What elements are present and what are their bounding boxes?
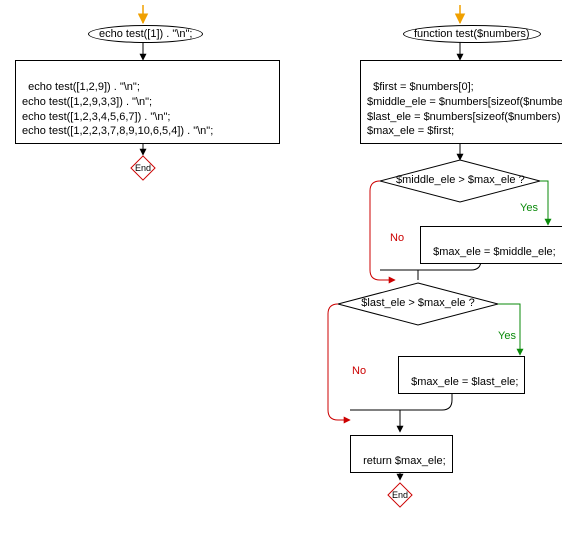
right-init-text: $first = $numbers[0]; $middle_ele = $num… [367,81,562,138]
decision-1-text: $middle_ele > $max_ele ? [396,174,525,186]
dec2-yes-label: Yes [498,330,516,342]
assign1-process: $max_ele = $middle_ele; [420,226,562,264]
left-end-terminator: End [130,155,156,181]
return-text: return $max_ele; [363,455,446,467]
assign2-text: $max_ele = $last_ele; [411,376,518,388]
assign2-process: $max_ele = $last_ele; [398,356,525,394]
decision-1: $middle_ele > $max_ele ? [396,174,524,186]
right-start-terminator: function test($numbers) [403,25,541,43]
dec1-yes-label: Yes [520,202,538,214]
left-start-text: echo test([1]) . "\n"; [99,28,192,40]
dec2-no-label: No [352,365,366,377]
left-end-text: End [135,163,151,173]
left-calls-text: echo test([1,2,9]) . "\n"; echo test([1,… [22,81,213,138]
return-process: return $max_ele; [350,435,453,473]
right-end-terminator: End [387,482,413,508]
right-end-text: End [392,490,408,500]
right-start-text: function test($numbers) [414,28,530,40]
dec1-no-label: No [390,232,404,244]
decision-2: $last_ele > $max_ele ? [356,297,480,309]
right-init-process: $first = $numbers[0]; $middle_ele = $num… [360,60,562,144]
assign1-text: $max_ele = $middle_ele; [433,246,556,258]
left-start-terminator: echo test([1]) . "\n"; [88,25,203,43]
left-calls-process: echo test([1,2,9]) . "\n"; echo test([1,… [15,60,280,144]
decision-2-text: $last_ele > $max_ele ? [361,297,474,309]
